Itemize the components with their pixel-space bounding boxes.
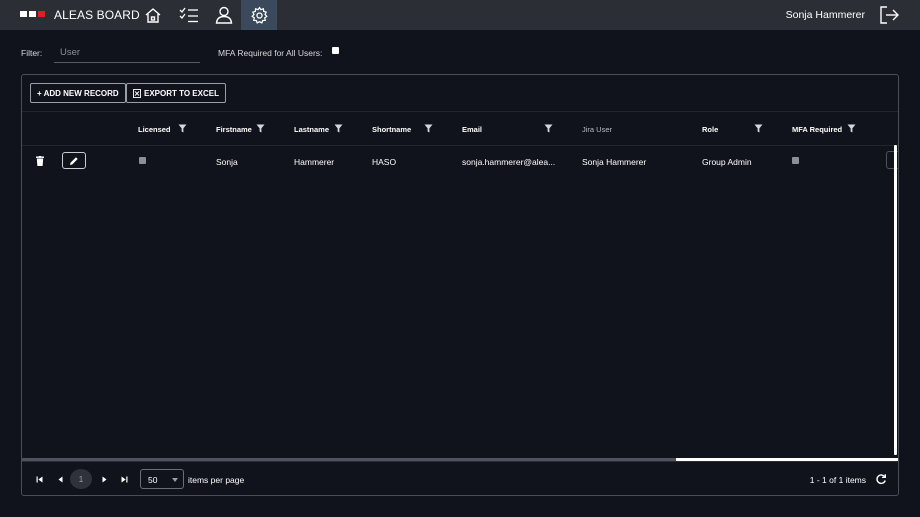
filter-icon[interactable] <box>256 124 265 133</box>
next-page-button[interactable] <box>99 474 109 484</box>
filter-icon[interactable] <box>544 124 553 133</box>
column-header-lastname[interactable]: Lastname <box>294 125 329 134</box>
column-header-firstname[interactable]: Firstname <box>216 125 252 134</box>
nav-tasks[interactable] <box>171 0 207 30</box>
mfa-all-users-checkbox[interactable] <box>332 47 339 54</box>
role-cell: Group Admin <box>702 157 752 167</box>
filter-icon[interactable] <box>178 124 187 133</box>
edit-row-button[interactable] <box>62 152 86 169</box>
mfa-all-users-label: MFA Required for All Users: <box>218 48 323 58</box>
current-user-name[interactable]: Sonja Hammerer <box>786 9 865 21</box>
current-page-button[interactable]: 1 <box>70 469 92 489</box>
filter-icon[interactable] <box>847 124 856 133</box>
shortname-cell: HASO <box>372 157 397 167</box>
home-icon <box>145 7 161 23</box>
chevron-down-icon <box>172 478 178 482</box>
users-grid: + ADD NEW RECORD EXPORT TO EXCEL License… <box>21 74 899 496</box>
pencil-icon <box>70 156 78 165</box>
licensed-checkbox <box>139 157 146 164</box>
column-header-mfa-required[interactable]: MFA Required <box>792 125 842 134</box>
table-row: Sonja Hammerer HASO sonja.hammerer@alea.… <box>22 147 898 175</box>
mfa-required-checkbox <box>792 157 799 164</box>
pager: 1 50 items per page 1 - 1 of 1 items <box>22 461 898 495</box>
add-new-record-label: + ADD NEW RECORD <box>37 88 119 98</box>
refresh-icon[interactable] <box>875 473 887 485</box>
items-per-page-label: items per page <box>188 475 245 485</box>
user-filter-input[interactable] <box>54 42 200 63</box>
filter-icon[interactable] <box>334 124 343 133</box>
filter-icon[interactable] <box>424 124 433 133</box>
add-new-record-button[interactable]: + ADD NEW RECORD <box>30 83 126 103</box>
last-page-button[interactable] <box>119 474 129 484</box>
logout-button[interactable] <box>878 4 900 26</box>
export-to-excel-button[interactable]: EXPORT TO EXCEL <box>126 83 226 103</box>
column-header-role[interactable]: Role <box>702 125 718 134</box>
export-to-excel-label: EXPORT TO EXCEL <box>144 88 219 98</box>
top-bar: ALEAS BOARD Sonja Hammerer <box>0 0 920 30</box>
gear-icon <box>250 5 268 24</box>
nav-users[interactable] <box>206 0 242 30</box>
column-header-email[interactable]: Email <box>462 125 482 134</box>
logout-icon <box>880 6 899 24</box>
email-cell: sonja.hammerer@alea... <box>462 157 556 167</box>
row-action-button[interactable] <box>886 151 898 169</box>
previous-page-icon <box>58 476 62 482</box>
page-size-select[interactable]: 50 <box>140 469 184 489</box>
trash-icon[interactable] <box>36 156 44 166</box>
nav-home[interactable] <box>135 0 171 30</box>
column-header-jira-user: Jira User <box>582 125 613 134</box>
checklist-icon <box>179 7 198 23</box>
column-header-shortname[interactable]: Shortname <box>372 125 411 134</box>
next-page-icon <box>102 476 106 482</box>
nav-settings[interactable] <box>241 0 277 30</box>
first-page-button[interactable] <box>34 474 44 484</box>
first-page-icon <box>36 476 42 482</box>
lastname-cell: Hammerer <box>294 157 335 167</box>
filter-label: Filter: <box>21 48 43 58</box>
jira-user-cell: Sonja Hammerer <box>582 157 647 167</box>
last-page-icon <box>121 476 127 482</box>
column-header-licensed[interactable]: Licensed <box>138 125 171 134</box>
user-icon <box>215 6 233 24</box>
vertical-scrollbar[interactable] <box>894 145 897 455</box>
filter-icon[interactable] <box>754 124 763 133</box>
app-brand: ALEAS BOARD <box>54 8 140 22</box>
pager-range-info: 1 - 1 of 1 items <box>809 475 866 485</box>
page-size-value: 50 <box>148 475 158 485</box>
excel-icon <box>133 88 141 98</box>
firstname-cell: Sonja <box>216 157 238 167</box>
previous-page-button[interactable] <box>55 474 65 484</box>
table-header-row: Licensed Firstname Lastname Shortname Em… <box>22 111 898 146</box>
